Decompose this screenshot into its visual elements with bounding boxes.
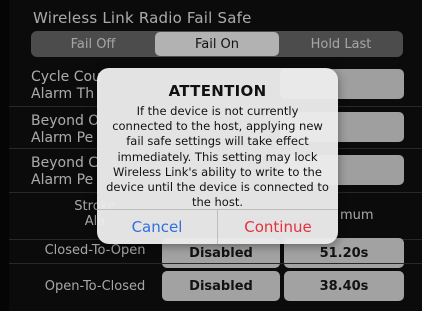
fail-safe-screen: Wireless Link Radio Fail Safe Fail Off F… — [0, 0, 422, 311]
dialog-title: ATTENTION — [168, 82, 267, 100]
dialog-message: If the device is not currently connected… — [106, 104, 329, 210]
continue-button[interactable]: Continue — [218, 210, 338, 244]
left-edge-bar — [0, 0, 9, 311]
attention-dialog: ATTENTION If the device is not currently… — [97, 68, 338, 244]
cancel-button[interactable]: Cancel — [97, 210, 217, 244]
